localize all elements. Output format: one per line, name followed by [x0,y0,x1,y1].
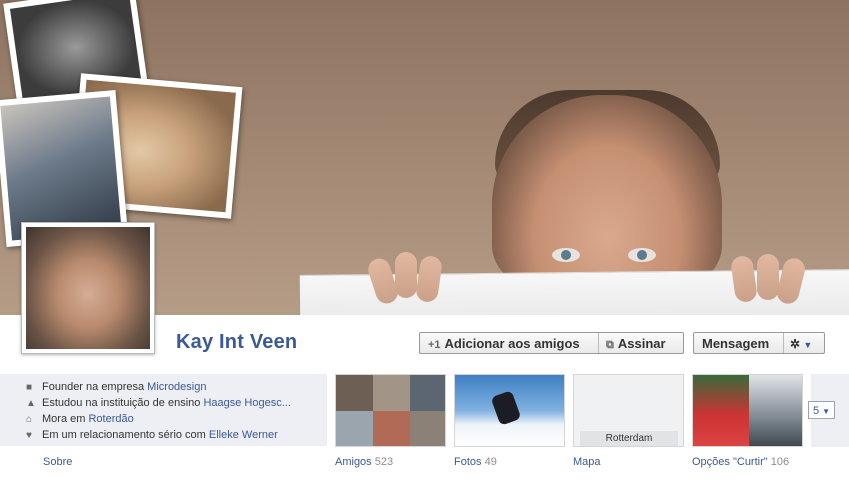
chevron-down-icon: ▼ [803,340,813,350]
work-link[interactable]: Microdesign [147,381,206,393]
add-friend-button[interactable]: +1 Adicionar aos amigos [428,333,580,356]
photos-link[interactable]: Fotos 49 [454,456,497,468]
photos-tile[interactable] [454,374,565,447]
settings-dropdown-button[interactable]: ✲ ▼ [790,333,812,356]
likes-link[interactable]: Opções "Curtir" 106 [692,456,789,468]
about-panel: ■ Founder na empresa Microdesign ▲ Estud… [0,374,327,446]
map-city-label: Rotterdam [580,431,678,446]
message-button[interactable]: Mensagem [702,333,769,355]
rss-icon: ⧉ [606,339,614,351]
subscribe-button[interactable]: ⧉ Assinar [606,333,666,356]
avatar [26,227,150,349]
friends-link[interactable]: Amigos 523 [335,456,393,468]
message-options-group: Mensagem ✲ ▼ [693,332,825,354]
heart-icon: ♥ [26,430,32,441]
cover-finger [757,254,779,300]
likes-tile[interactable] [692,374,803,447]
chevron-down-icon: ▼ [822,407,831,416]
map-tile[interactable]: Rotterdam [573,374,684,447]
hometown-link[interactable]: Roterdão [88,413,133,425]
graduation-cap-icon: ▲ [26,398,36,409]
about-item-home: ⌂ Mora em Roterdão [26,413,134,425]
partner-link[interactable]: Elleke Werner [209,429,278,441]
more-sections-button[interactable]: 5 ▼ [808,401,835,419]
profile-picture[interactable] [21,222,155,354]
gear-icon: ✲ [790,337,801,351]
cover-eye-left [552,248,580,262]
briefcase-icon: ■ [26,382,33,393]
about-item-work: ■ Founder na empresa Microdesign [26,381,207,393]
button-divider [598,333,599,353]
education-link[interactable]: Haagse Hogesc... [203,397,290,409]
add-friend-icon: +1 [428,339,441,351]
about-item-education: ▲ Estudou na instituição de ensino Haags… [26,397,291,409]
about-item-relationship: ♥ Em um relacionamento sério com Elleke … [26,429,278,441]
button-divider [783,333,784,353]
house-icon: ⌂ [26,414,33,425]
map-link[interactable]: Mapa [573,456,601,468]
friends-tile[interactable] [335,374,446,447]
cover-finger [395,252,417,298]
friend-subscribe-group: +1 Adicionar aos amigos ⧉ Assinar [419,332,684,354]
cover-eye-right [628,248,656,262]
profile-name[interactable]: Kay Int Veen [176,331,297,354]
about-link[interactable]: Sobre [43,456,72,468]
